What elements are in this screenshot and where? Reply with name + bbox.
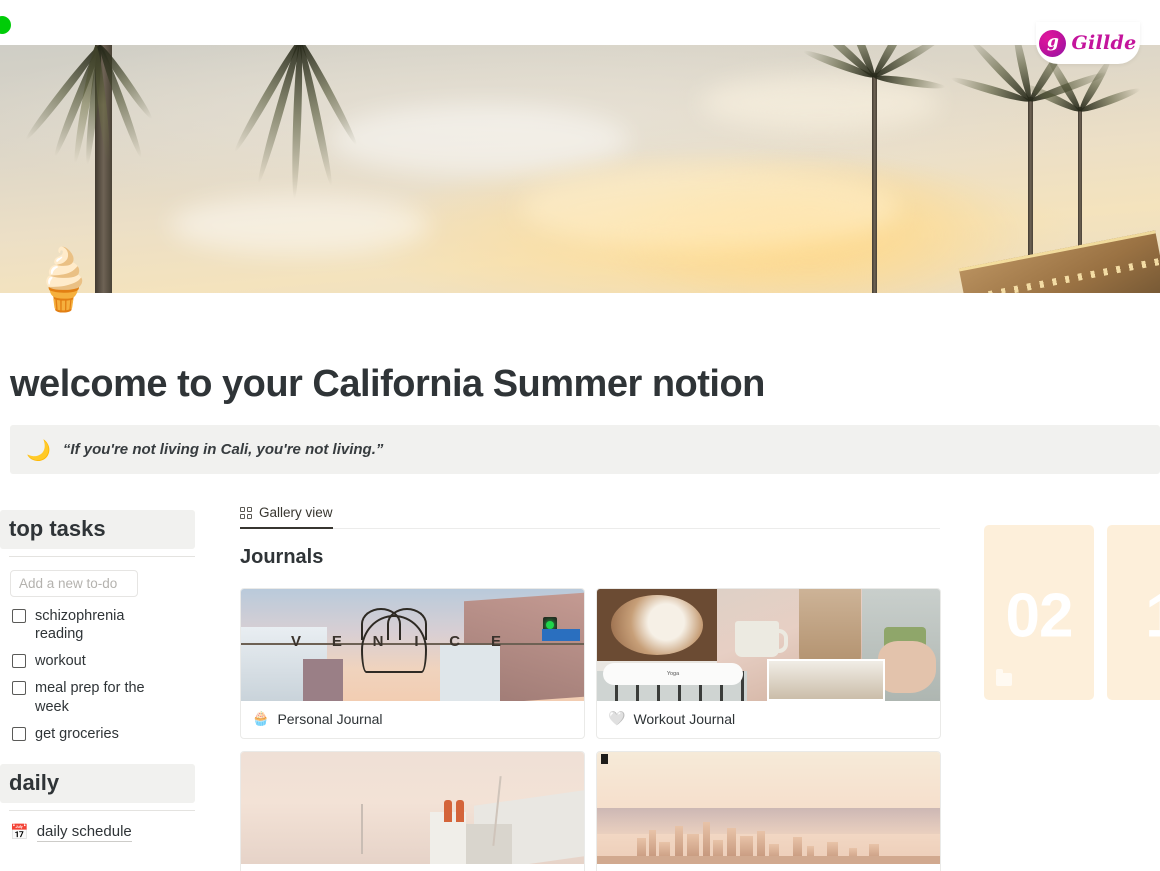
street-sign (542, 629, 580, 641)
daily-schedule-label: daily schedule (36, 822, 132, 842)
quote-text: “If you're not living in Cali, you're no… (62, 441, 384, 458)
status-dot-icon (0, 16, 11, 34)
gillde-wordmark: Gillde (1071, 32, 1137, 54)
card-title: Workout Journal (633, 711, 736, 727)
gillde-logo[interactable]: g Gillde (1036, 22, 1140, 64)
card-cover-image: Yoga (597, 589, 940, 701)
gallery-card[interactable]: V E N I C E 🧁 Personal Journal (240, 588, 585, 739)
divider (9, 556, 195, 557)
gallery-card[interactable]: Yoga 🤍 Workout Journal (596, 588, 941, 739)
checkbox-icon[interactable] (12, 726, 26, 741)
todo-label: get groceries (35, 725, 119, 742)
moon-icon: 🌙 (26, 437, 51, 462)
divider (9, 809, 195, 811)
card-badge-icon (996, 669, 1012, 686)
card-footer: 🤍 Workout Journal (597, 701, 940, 738)
card-title: Personal Journal (277, 711, 383, 727)
tab-gallery-view-label: Gallery view (259, 505, 333, 520)
top-bar (0, 0, 1160, 45)
page-title[interactable]: welcome to your California Summer notion (10, 363, 765, 406)
tab-gallery-view[interactable]: Gallery view (240, 505, 333, 529)
card-footer: 🧁 Personal Journal (241, 701, 584, 738)
number-card[interactable]: 1 (1107, 525, 1160, 700)
todo-list: schizophrenia reading workout meal prep … (12, 607, 205, 743)
todo-item[interactable]: get groceries (12, 725, 205, 743)
page-cover-banner[interactable] (0, 45, 1160, 293)
todo-label: meal prep for the week (35, 680, 145, 715)
number-value: 02 (1005, 581, 1074, 651)
todo-item[interactable]: meal prep for the week (12, 679, 205, 715)
calendar-icon: 📅 (10, 823, 29, 842)
todo-label: schizophrenia reading (35, 608, 125, 643)
card-footer (241, 864, 584, 871)
todo-item[interactable]: workout (12, 652, 205, 670)
yoga-widget: Yoga (603, 663, 743, 685)
grid-view-icon (240, 506, 252, 519)
cloud-icon (330, 105, 630, 175)
card-cover-image (241, 752, 584, 864)
checkbox-icon[interactable] (12, 654, 26, 669)
gillde-mark-icon: g (1039, 29, 1067, 57)
todo-label: workout (35, 653, 86, 670)
database-title: Journals (240, 546, 324, 568)
daily-schedule-link[interactable]: 📅 daily schedule (10, 823, 205, 842)
daily-heading: daily (0, 763, 195, 803)
journals-gallery: Gallery view Journals V E N I C E 🧁 Pers… (240, 500, 941, 871)
view-tabs: Gallery view (240, 500, 940, 529)
number-value: 1 (1145, 581, 1160, 652)
number-card[interactable]: 02 (984, 525, 1094, 700)
gallery-cards: V E N I C E 🧁 Personal Journal Yoga 🤍 Wo… (240, 588, 941, 871)
palm-trunk (872, 73, 877, 293)
gallery-card[interactable] (596, 751, 941, 871)
top-tasks-heading: top tasks (0, 510, 195, 549)
card-footer (597, 864, 940, 871)
white-heart-icon: 🤍 (608, 711, 626, 727)
add-todo-placeholder: Add a new to-do (19, 576, 118, 591)
cloud-icon (170, 195, 430, 255)
todo-item[interactable]: schizophrenia reading (12, 607, 205, 643)
quote-callout[interactable]: 🌙 “If you're not living in Cali, you're … (10, 425, 1160, 474)
page-icon[interactable]: 🍦 (26, 250, 101, 310)
left-column: top tasks Add a new to-do schizophrenia … (0, 510, 205, 842)
daily-section: daily 📅 daily schedule (0, 763, 205, 842)
notion-page: g Gillde 🍦 welcome to your California Su… (0, 0, 1160, 871)
checkbox-icon[interactable] (12, 609, 26, 623)
heart-shape (361, 608, 427, 673)
add-todo-input[interactable]: Add a new to-do (10, 570, 138, 597)
card-cover-image: V E N I C E (241, 589, 584, 701)
card-cover-image (597, 752, 940, 864)
right-number-cards: 02 1 (984, 525, 1160, 700)
cupcake-icon: 🧁 (252, 711, 270, 727)
checkbox-icon[interactable] (12, 681, 26, 696)
gallery-card[interactable] (240, 751, 585, 871)
cloud-icon (520, 165, 900, 250)
